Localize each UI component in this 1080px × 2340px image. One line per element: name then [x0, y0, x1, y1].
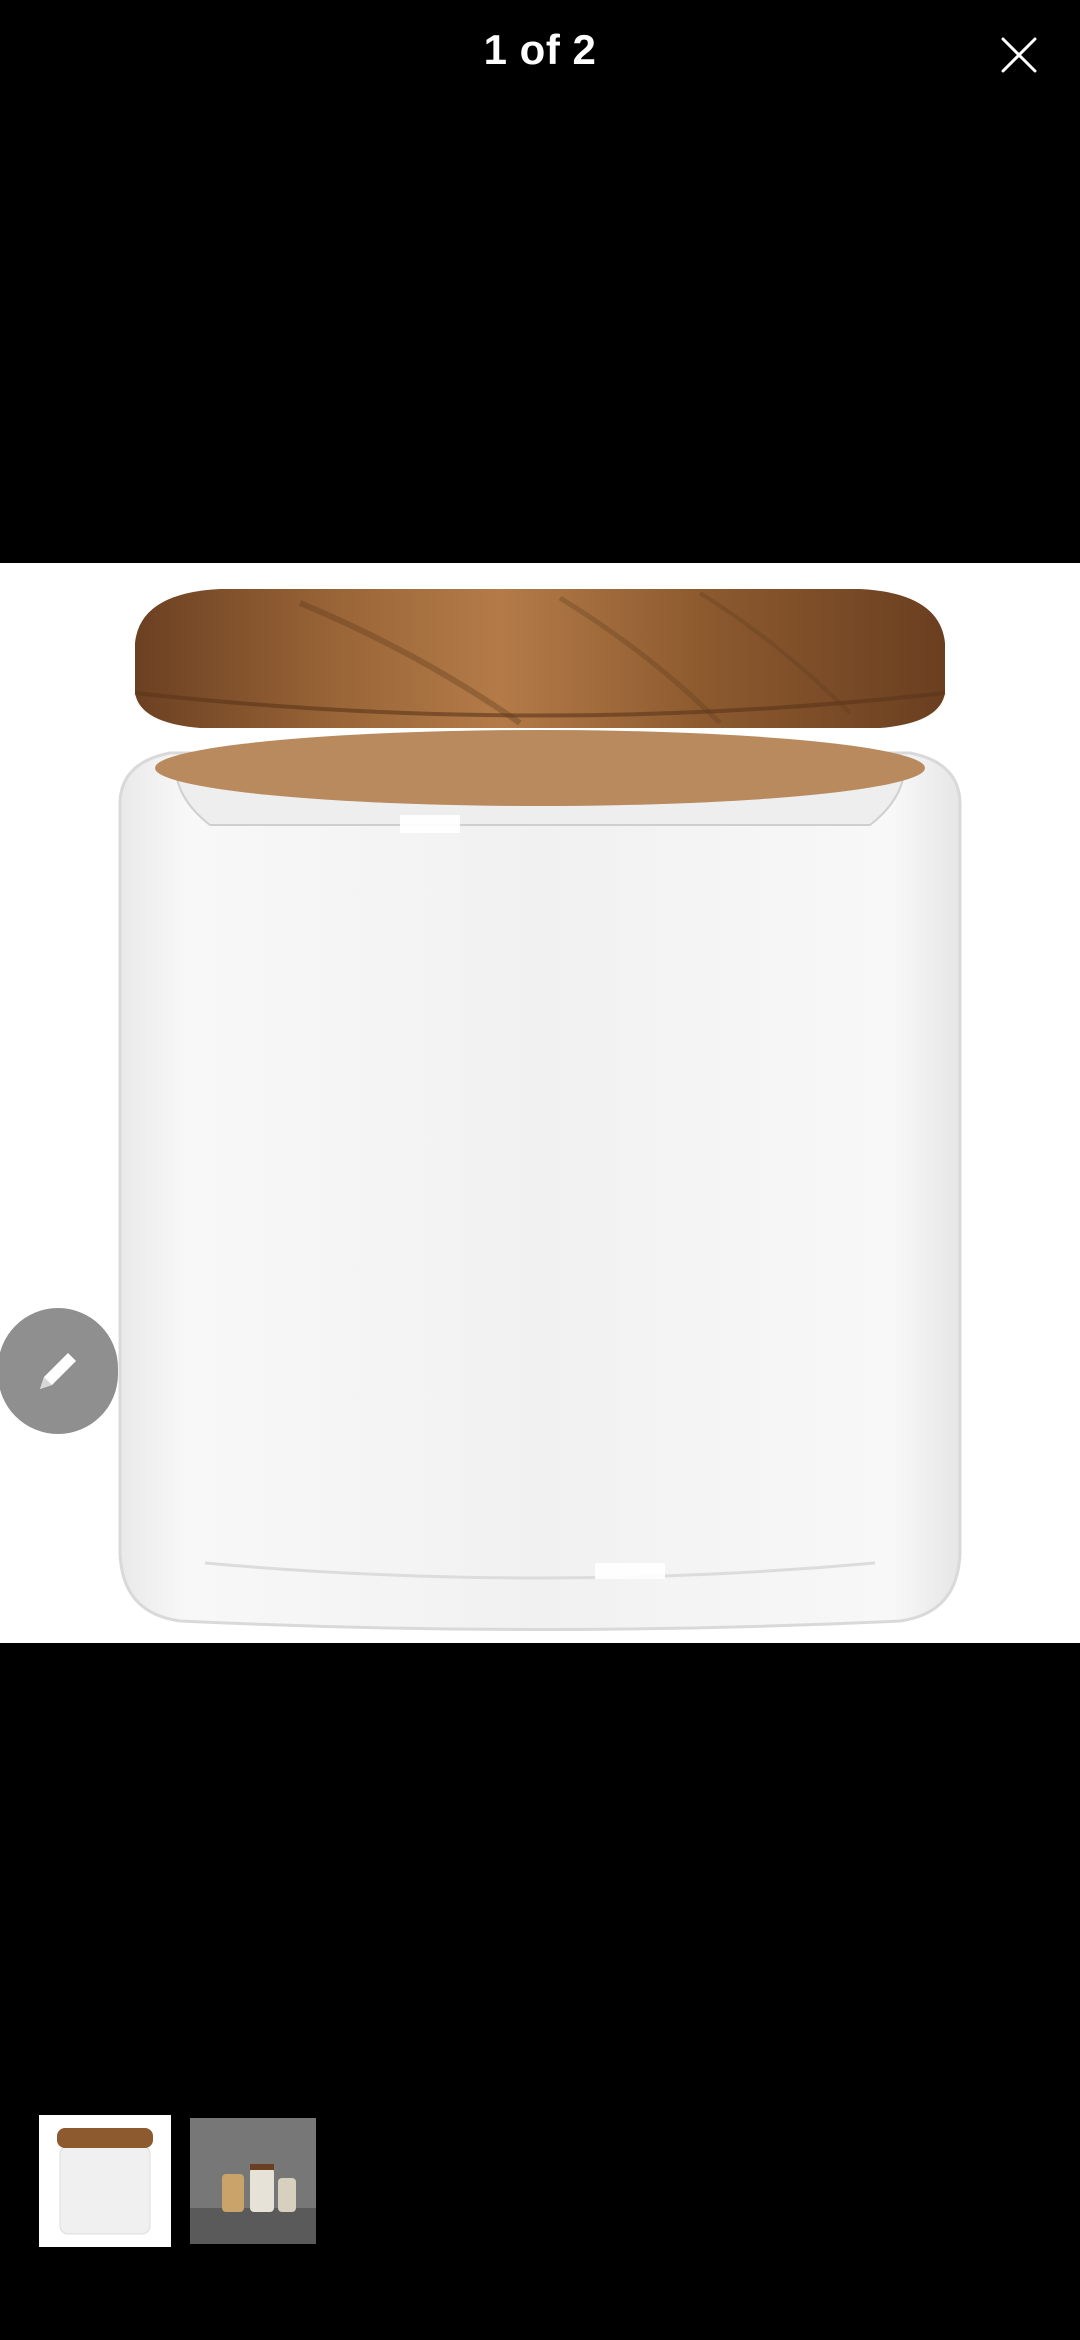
edit-button[interactable] [0, 1308, 118, 1434]
jar-thumbnail-image [42, 2118, 168, 2244]
viewer-header: 1 of 2 [0, 0, 1080, 110]
thumbnail-strip [39, 2115, 316, 2247]
main-product-image[interactable] [0, 563, 1080, 1643]
close-button[interactable] [986, 22, 1052, 88]
thumbnail-jar[interactable] [39, 2115, 171, 2247]
thumbnail-shelf[interactable] [190, 2118, 316, 2244]
image-counter: 1 of 2 [483, 26, 597, 73]
close-icon [1001, 37, 1037, 73]
glass-jar-image [118, 589, 962, 1631]
pencil-icon [40, 1353, 76, 1389]
shelf-thumbnail-image [190, 2118, 316, 2244]
